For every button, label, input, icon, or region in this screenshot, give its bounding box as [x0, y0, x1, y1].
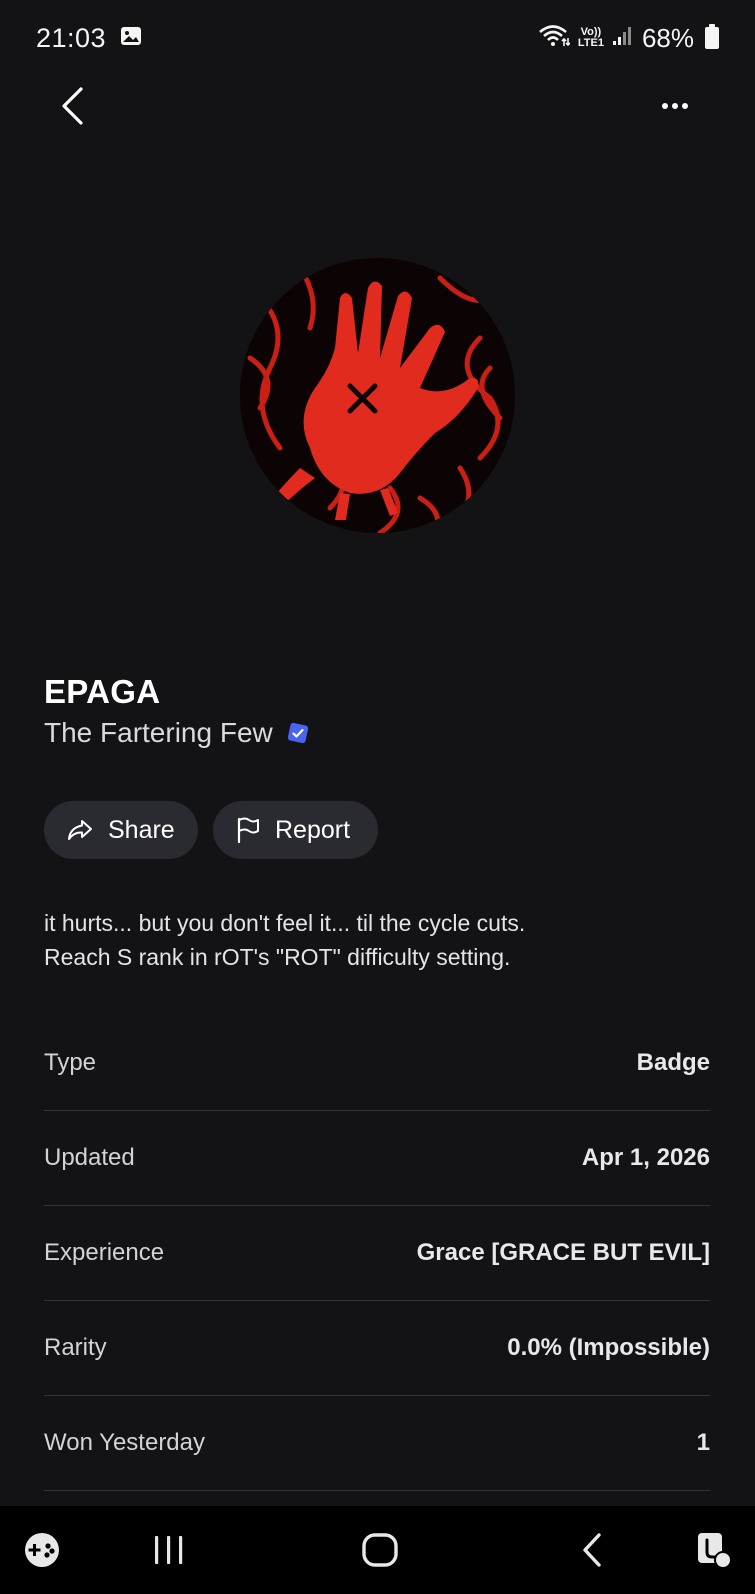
red-hand-print-icon: [240, 258, 515, 533]
share-icon: [68, 820, 92, 840]
description-line-1: it hurts... but you don't feel it... til…: [44, 910, 526, 936]
battery-percent: 68%: [641, 22, 694, 53]
volte-indicator: Vo)) LTE1: [578, 27, 604, 49]
badge-image: [240, 258, 515, 533]
lte-label: LTE1: [577, 37, 604, 49]
status-left: 21:03: [36, 23, 142, 54]
detail-label: Type: [44, 1049, 97, 1076]
battery-icon: [705, 24, 719, 49]
detail-row-updated: Updated Apr 1, 2026: [44, 1111, 710, 1206]
detail-value: Badge: [636, 1049, 710, 1076]
ellipsis-icon: [662, 103, 688, 109]
signal-icon: [612, 23, 634, 54]
detail-label: Experience: [44, 1239, 165, 1266]
top-nav: [0, 76, 755, 136]
creator-name[interactable]: The Fartering Few: [44, 717, 273, 749]
report-button[interactable]: Report: [213, 801, 378, 859]
detail-label: Rarity: [44, 1334, 107, 1361]
game-launcher-icon: [25, 1533, 59, 1567]
home-icon: [362, 1533, 398, 1567]
wifi-icon: [538, 23, 571, 54]
back-button[interactable]: [48, 80, 96, 132]
chevron-left-icon: [62, 87, 83, 125]
details-table: Type Badge Updated Apr 1, 2026 Experienc…: [44, 1016, 710, 1491]
gallery-notification-icon: [120, 23, 142, 54]
screen-assist-icon: [698, 1533, 732, 1569]
status-right: Vo)) LTE1 68%: [538, 23, 719, 54]
detail-row-experience[interactable]: Experience Grace [GRACE BUT EVIL]: [44, 1206, 710, 1301]
flag-icon: [237, 817, 259, 844]
detail-label: Updated: [44, 1144, 135, 1171]
share-label: Share: [108, 815, 175, 844]
recent-apps-icon: [155, 1536, 183, 1564]
badge-title: EPAGA: [44, 673, 161, 710]
system-back-button[interactable]: [562, 1522, 622, 1578]
detail-row-rarity: Rarity 0.0% (Impossible): [44, 1301, 710, 1396]
status-bar: 21:03 Vo)) LTE1 68%: [0, 0, 755, 76]
system-nav-bar: [0, 1506, 755, 1594]
report-label: Report: [275, 815, 351, 844]
verified-badge-icon: [285, 720, 311, 746]
detail-value: Apr 1, 2026: [581, 1144, 710, 1171]
game-launcher-button[interactable]: [12, 1522, 72, 1578]
description-line-2: Reach S rank in rOT's "ROT" difficulty s…: [44, 944, 511, 970]
screen-assist-button[interactable]: [683, 1522, 743, 1578]
more-options-button[interactable]: [653, 80, 697, 132]
detail-label: Won Yesterday: [44, 1429, 206, 1456]
detail-value: 1: [696, 1429, 710, 1456]
status-time: 21:03: [36, 22, 107, 53]
experience-link[interactable]: Grace [GRACE BUT EVIL]: [417, 1239, 710, 1267]
detail-value: 0.0% (Impossible): [507, 1334, 710, 1361]
creator-row[interactable]: The Fartering Few: [44, 717, 311, 749]
share-button[interactable]: Share: [44, 801, 198, 859]
recent-apps-button[interactable]: [139, 1522, 199, 1578]
back-icon: [583, 1533, 601, 1567]
action-buttons: Share Report: [44, 801, 378, 859]
detail-row-won-yesterday: Won Yesterday 1: [44, 1396, 710, 1491]
badge-description: it hurts... but you don't feel it... til…: [44, 906, 714, 974]
home-button[interactable]: [350, 1522, 410, 1578]
badge-details-screen: 21:03 Vo)) LTE1 68% EPAGA The Fartering …: [0, 0, 755, 1594]
detail-row-type: Type Badge: [44, 1016, 710, 1111]
